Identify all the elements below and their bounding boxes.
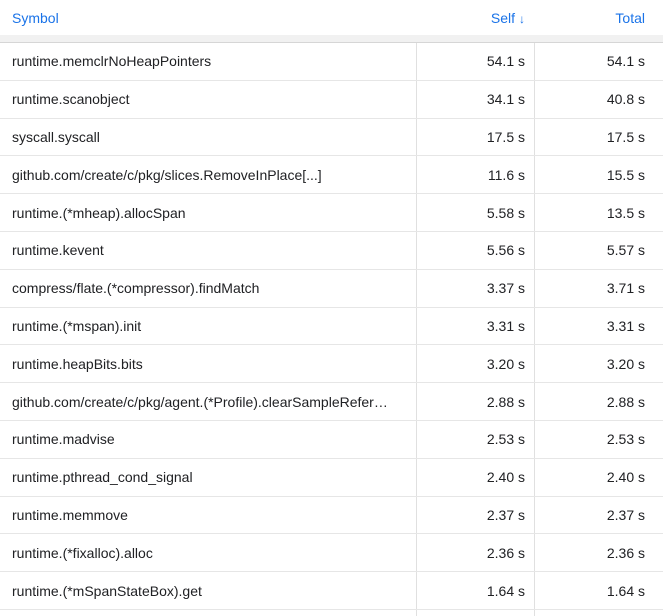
total-cell: 2.37 s (534, 497, 663, 534)
table-row[interactable]: runtime.kevent 5.56 s 5.57 s (0, 232, 663, 270)
total-cell: 2.40 s (534, 459, 663, 496)
table-row[interactable]: runtime.(*mspan).init 3.31 s 3.31 s (0, 308, 663, 346)
table-row[interactable]: runtime.scanobject 34.1 s 40.8 s (0, 81, 663, 119)
self-cell: 5.58 s (416, 194, 534, 231)
total-cell: 2.53 s (534, 421, 663, 458)
symbol-cell: github.com/create/c/pkg/slices.RemoveInP… (0, 156, 416, 193)
total-column-label: Total (615, 10, 645, 26)
table-row[interactable]: runtime.(*mheap).allocSpan 5.58 s 13.5 s (0, 194, 663, 232)
table-row[interactable]: runtime.(*fixalloc).alloc 2.36 s 2.36 s (0, 534, 663, 572)
symbol-cell: runtime.scanobject (0, 81, 416, 118)
self-cell: 3.31 s (416, 308, 534, 345)
symbol-cell: syscall.syscall (0, 119, 416, 156)
total-cell: 3.31 s (534, 308, 663, 345)
total-cell: 3.20 s (534, 345, 663, 382)
self-cell: 34.1 s (416, 81, 534, 118)
table-row[interactable]: runtime.madvise 2.53 s 2.53 s (0, 421, 663, 459)
table-row[interactable]: github.com/create/c/pkg/agent.(*Profile)… (0, 383, 663, 421)
table-row[interactable]: runtime.(*mSpanStateBox).get 1.64 s 1.64… (0, 572, 663, 610)
self-cell: 11.6 s (416, 156, 534, 193)
total-cell: 2.36 s (534, 534, 663, 571)
self-cell: 17.5 s (416, 119, 534, 156)
self-cell: 2.36 s (416, 534, 534, 571)
table-header: Symbol Self ↓ Total (0, 0, 663, 35)
self-cell: 2.53 s (416, 421, 534, 458)
symbol-cell (0, 610, 416, 616)
total-cell: 2.88 s (534, 383, 663, 420)
total-cell: 3.71 s (534, 270, 663, 307)
table-row[interactable]: compress/flate.(*compressor).findMatch 3… (0, 270, 663, 308)
symbol-cell: runtime.kevent (0, 232, 416, 269)
table-row[interactable]: github.com/create/c/pkg/slices.RemoveInP… (0, 156, 663, 194)
column-header-symbol[interactable]: Symbol (0, 10, 416, 26)
self-cell: 2.88 s (416, 383, 534, 420)
total-cell: 17.5 s (534, 119, 663, 156)
total-cell: 40.8 s (534, 81, 663, 118)
table-row[interactable]: runtime.memclrNoHeapPointers 54.1 s 54.1… (0, 43, 663, 81)
symbol-cell: runtime.madvise (0, 421, 416, 458)
sort-descending-icon: ↓ (519, 12, 525, 26)
table-row-partial (0, 610, 663, 616)
symbol-cell: runtime.(*mheap).allocSpan (0, 194, 416, 231)
table-body: runtime.memclrNoHeapPointers 54.1 s 54.1… (0, 43, 663, 610)
symbol-cell: runtime.(*mspan).init (0, 308, 416, 345)
self-cell: 2.37 s (416, 497, 534, 534)
total-cell: 13.5 s (534, 194, 663, 231)
self-cell: 5.56 s (416, 232, 534, 269)
symbol-cell: runtime.pthread_cond_signal (0, 459, 416, 496)
column-header-total[interactable]: Total (534, 10, 663, 26)
symbol-cell: runtime.(*mSpanStateBox).get (0, 572, 416, 609)
symbol-cell: compress/flate.(*compressor).findMatch (0, 270, 416, 307)
symbol-cell: runtime.heapBits.bits (0, 345, 416, 382)
self-column-label: Self (491, 10, 515, 26)
total-cell: 54.1 s (534, 43, 663, 80)
symbol-cell: github.com/create/c/pkg/agent.(*Profile)… (0, 383, 416, 420)
symbol-cell: runtime.(*fixalloc).alloc (0, 534, 416, 571)
total-cell (534, 610, 663, 616)
self-cell: 3.20 s (416, 345, 534, 382)
symbol-cell: runtime.memmove (0, 497, 416, 534)
table-row[interactable]: syscall.syscall 17.5 s 17.5 s (0, 119, 663, 157)
table-row[interactable]: runtime.memmove 2.37 s 2.37 s (0, 497, 663, 535)
symbol-cell: runtime.memclrNoHeapPointers (0, 43, 416, 80)
column-header-self[interactable]: Self ↓ (416, 10, 534, 26)
table-row[interactable]: runtime.heapBits.bits 3.20 s 3.20 s (0, 345, 663, 383)
total-cell: 15.5 s (534, 156, 663, 193)
profiler-symbol-table: Symbol Self ↓ Total runtime.memclrNoHeapP… (0, 0, 663, 616)
header-divider (0, 35, 663, 43)
self-cell: 3.37 s (416, 270, 534, 307)
self-cell: 54.1 s (416, 43, 534, 80)
self-cell (416, 610, 534, 616)
self-cell: 2.40 s (416, 459, 534, 496)
symbol-column-label: Symbol (12, 10, 59, 26)
self-cell: 1.64 s (416, 572, 534, 609)
table-row[interactable]: runtime.pthread_cond_signal 2.40 s 2.40 … (0, 459, 663, 497)
total-cell: 1.64 s (534, 572, 663, 609)
total-cell: 5.57 s (534, 232, 663, 269)
